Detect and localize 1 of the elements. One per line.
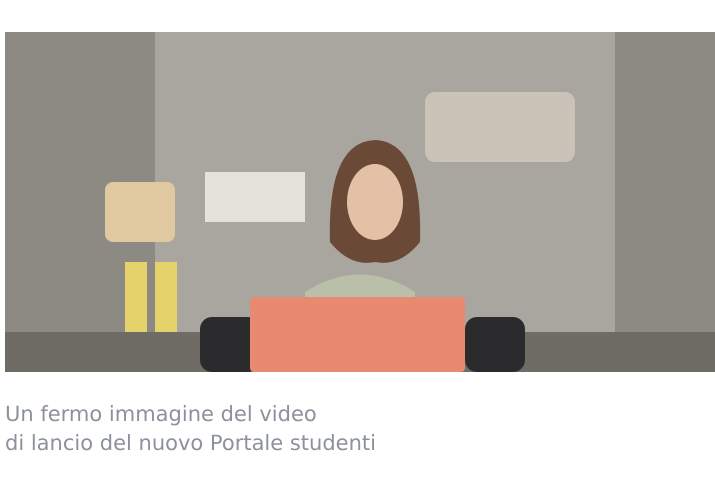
caption: Un fermo immagine del video di lancio del nuovo Portale studenti [5, 401, 377, 457]
